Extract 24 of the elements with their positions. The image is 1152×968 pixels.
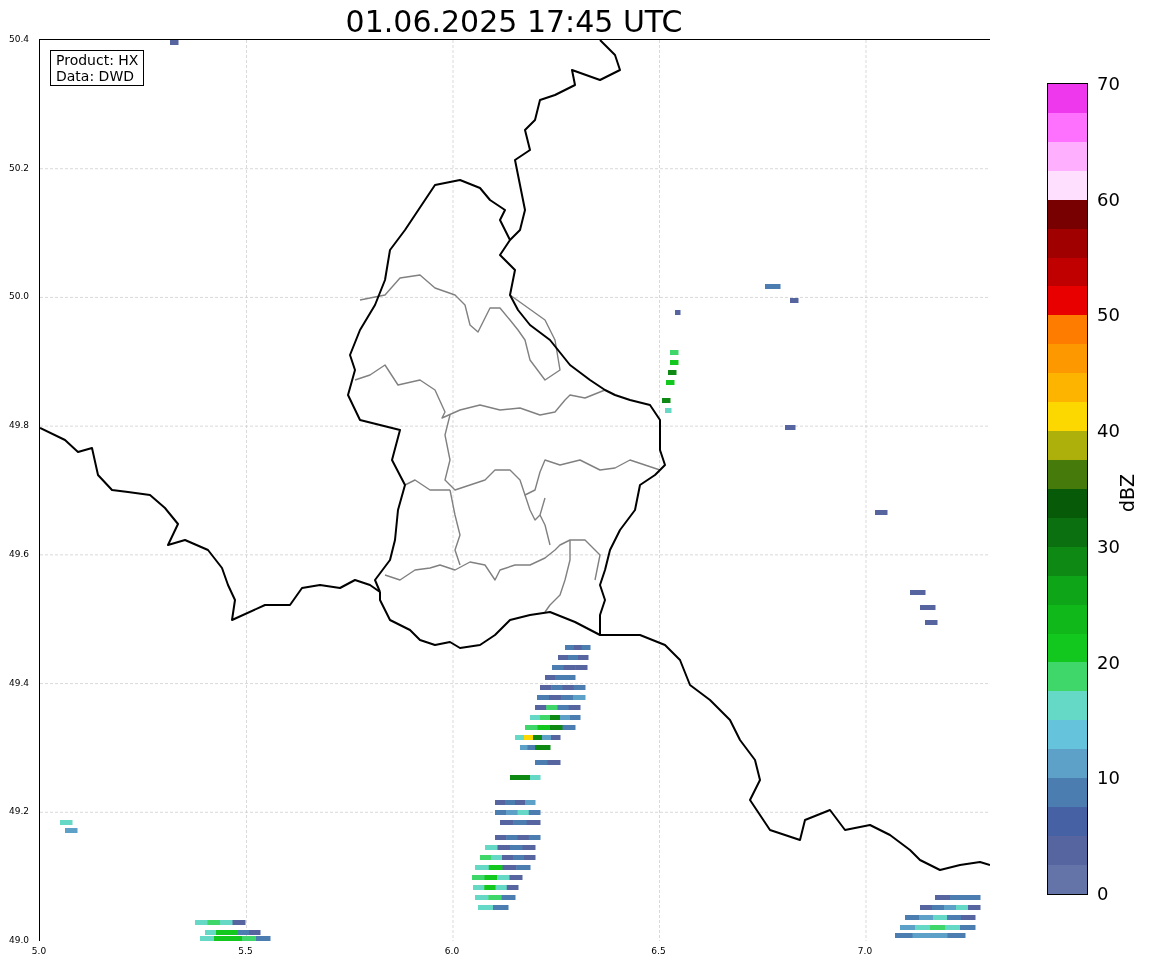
colorbar-label: dBZ (1116, 473, 1138, 512)
colorbar-tick-label: 20 (1097, 652, 1120, 673)
y-tick-label: 49.2 (9, 806, 30, 817)
colorbar-tick-label: 0 (1097, 884, 1109, 904)
y-tick-label: 49.8 (9, 420, 30, 431)
y-tick-label: 50.2 (9, 162, 30, 173)
colorbar-tick-label: 70 (1097, 74, 1120, 94)
colorbar-tick-label: 40 (1097, 421, 1120, 442)
x-tick-label: 5.5 (238, 946, 253, 956)
y-tick-label: 50.4 (9, 34, 30, 44)
y-tick-label: 49.4 (9, 677, 30, 688)
colorbar-tick-label: 50 (1097, 305, 1120, 326)
x-tick-label: 6.5 (651, 946, 666, 956)
info-box: Product: HX Data: DWD (50, 50, 145, 86)
y-tick-label: 50.0 (9, 291, 30, 302)
y-tick-label: 49.0 (9, 935, 30, 945)
colorbar-tick-label: 10 (1097, 768, 1120, 789)
x-tick-label: 5.0 (31, 946, 47, 956)
colorbar-tick-label: 60 (1097, 189, 1120, 210)
chart-title: 01.06.2025 17:45 UTC (344, 3, 684, 41)
x-tick-label: 7.0 (857, 946, 873, 956)
x-tick-label: 6.0 (444, 946, 460, 956)
colorbar-tick-label: 30 (1097, 536, 1120, 557)
y-tick-label: 49.6 (9, 548, 30, 559)
